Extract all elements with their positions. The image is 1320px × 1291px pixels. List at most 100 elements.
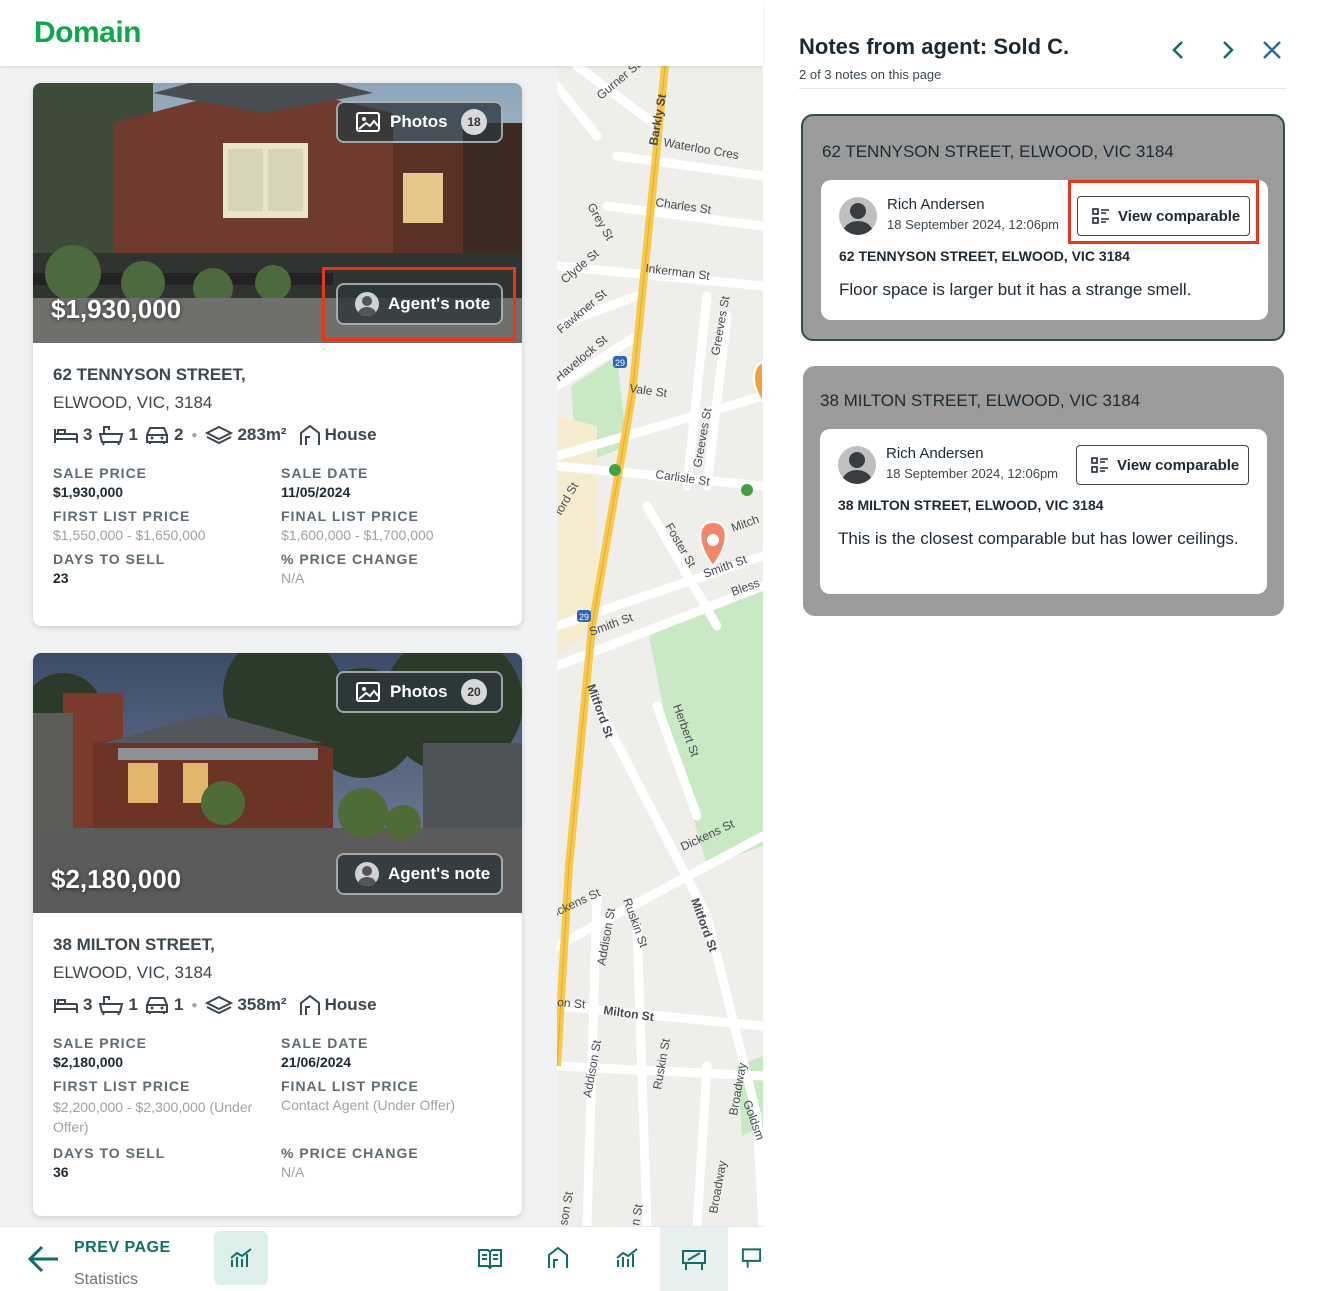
prev-page-button[interactable]: PREV PAGE [74, 1239, 171, 1257]
comparables-nav-button[interactable] [660, 1227, 728, 1291]
stat-value: Contact Agent (Under Offer) [281, 1097, 456, 1113]
listing-photo[interactable]: Photos 18 $1,930,000 Agent's note [33, 83, 522, 343]
bottom-nav: PREV PAGE Statistics [0, 1226, 763, 1291]
note-address: 38 MILTON STREET, ELWOOD, VIC 3184 [838, 497, 1104, 513]
street-map: 29 29 Gurner St Barkly St Waterloo Cres … [557, 66, 763, 1226]
bed-icon [54, 999, 78, 1013]
price-change-stat: % PRICE CHANGE N/A [281, 551, 501, 586]
note-heading: 38 MILTON STREET, ELWOOD, VIC 3184 [820, 391, 1141, 410]
chevron-right-icon [1223, 41, 1234, 59]
stat-label: FIRST LIST PRICE [53, 508, 191, 524]
price-change-stat: % PRICE CHANGE N/A [281, 1145, 501, 1180]
street-label: Waterloo Cres [662, 135, 740, 162]
photos-count-badge: 20 [461, 679, 487, 705]
bed-icon [54, 429, 78, 443]
view-comparable-label: View comparable [1117, 456, 1240, 474]
stat-value: 23 [53, 570, 69, 586]
chart-icon [616, 1248, 638, 1267]
bath-icon [99, 996, 124, 1016]
view-comparable-button[interactable]: View comparable [1076, 445, 1249, 485]
agents-note-button[interactable]: Agent's note [336, 283, 503, 325]
tram-stop-icon [741, 484, 753, 496]
address-line-1: 62 TENNYSON STREET, [53, 365, 246, 384]
property-type: House [324, 425, 377, 444]
car-icon [145, 427, 168, 444]
chart-icon [230, 1248, 252, 1267]
days-to-sell-stat: DAYS TO SELL 36 [53, 1145, 281, 1180]
address-line-2: ELWOOD, VIC, 3184 [53, 963, 213, 982]
agents-note-label: Agent's note [388, 294, 491, 313]
back-arrow-icon[interactable] [26, 1243, 60, 1275]
stat-label: % PRICE CHANGE [281, 1145, 419, 1161]
presentation-nav-button[interactable] [740, 1231, 763, 1285]
cars-count: 1 [173, 995, 184, 1014]
listing-card[interactable]: Photos 20 $2,180,000 Agent's note 38 MIL… [33, 653, 522, 1216]
stat-value: $2,200,000 - $2,300,000 (Under Offer) [53, 1099, 253, 1135]
address-line-2: ELWOOD, VIC, 3184 [53, 393, 213, 412]
property-nav-button[interactable] [531, 1231, 585, 1285]
photos-label: Photos [390, 682, 448, 701]
view-comparable-button[interactable]: View comparable [1077, 196, 1250, 236]
street-label: Mitford St [688, 896, 720, 953]
next-note-button[interactable] [1214, 36, 1242, 64]
final-list-price-stat: FINAL LIST PRICE $1,600,000 - $1,700,000 [281, 508, 501, 543]
stat-label: SALE PRICE [53, 465, 148, 481]
note-content: Rich Andersen 18 September 2024, 12:06pm… [820, 429, 1267, 594]
street-label: Mitch [729, 512, 761, 535]
street-label: Ruskin St [620, 896, 651, 950]
sale-price-stat: SALE PRICE $1,930,000 [53, 465, 281, 500]
house-icon [299, 424, 320, 445]
street-label: son St [557, 1190, 576, 1226]
baths-count: 1 [128, 995, 138, 1014]
listing-photo[interactable]: Photos 20 $2,180,000 Agent's note [33, 653, 522, 913]
land-size-feature: 358m² [205, 994, 287, 1016]
map-view[interactable]: 29 29 Gurner St Barkly St Waterloo Cres … [557, 66, 763, 1226]
property-type-feature: House [299, 994, 377, 1016]
sale-date-stat: SALE DATE 21/06/2024 [281, 1035, 501, 1070]
stat-value: N/A [281, 570, 305, 586]
book-icon [478, 1249, 502, 1269]
listing-price: $1,930,000 [51, 294, 182, 324]
list-icon [1091, 457, 1108, 473]
close-panel-button[interactable] [1258, 36, 1286, 64]
stat-value: $1,550,000 - $1,650,000 [53, 527, 206, 543]
image-icon [356, 112, 380, 132]
first-list-price-stat: FIRST LIST PRICE $1,550,000 - $1,650,000 [53, 508, 281, 543]
stat-label: SALE PRICE [53, 1035, 148, 1051]
bathrooms-feature: 1 [98, 994, 138, 1016]
stat-label: SALE DATE [281, 465, 369, 481]
property-type-feature: House [299, 424, 377, 446]
market-nav-button[interactable] [600, 1231, 654, 1285]
statistics-nav-button[interactable] [214, 1231, 268, 1285]
note-card: 38 MILTON STREET, ELWOOD, VIC 3184 Rich … [803, 366, 1284, 616]
photos-button[interactable]: Photos 20 [336, 671, 503, 713]
note-author: Rich Andersen [886, 445, 984, 462]
domain-logo[interactable]: Domain [34, 16, 142, 50]
street-label: on St [557, 995, 587, 1011]
stat-value: 11/05/2024 [281, 484, 351, 500]
note-text: Floor space is larger but it has a stran… [839, 280, 1192, 299]
agents-note-label: Agent's note [388, 864, 491, 883]
land-size-feature: 283m² [205, 424, 287, 446]
stat-value: N/A [281, 1164, 305, 1180]
land-size: 358m² [237, 995, 287, 1014]
stat-value: 21/06/2024 [281, 1054, 352, 1070]
sale-date-stat: SALE DATE 11/05/2024 [281, 465, 501, 500]
sale-price-stat: SALE PRICE $2,180,000 [53, 1035, 281, 1070]
bathrooms-feature: 1 [98, 424, 138, 446]
stat-label: FINAL LIST PRICE [281, 1078, 419, 1094]
photos-button[interactable]: Photos 18 [336, 101, 503, 143]
listing-card[interactable]: Photos 18 $1,930,000 Agent's note 62 TEN… [33, 83, 522, 626]
final-list-price-stat: FINAL LIST PRICE Contact Agent (Under Off… [281, 1078, 501, 1137]
parking-feature: 1 [144, 995, 183, 1015]
chevron-left-icon [1172, 41, 1183, 59]
brochure-nav-button[interactable] [463, 1231, 517, 1285]
stat-label: DAYS TO SELL [53, 551, 166, 567]
property-features: 3 1 2 ● 283m² House [53, 423, 502, 447]
land-size-icon [205, 995, 234, 1015]
sale-stats: SALE PRICE $1,930,000 SALE DATE 11/05/2024… [53, 465, 502, 586]
street-label: Broadway [706, 1160, 729, 1215]
agents-note-button[interactable]: Agent's note [336, 853, 503, 895]
previous-note-button[interactable] [1164, 36, 1192, 64]
agent-avatar-icon [355, 862, 379, 886]
